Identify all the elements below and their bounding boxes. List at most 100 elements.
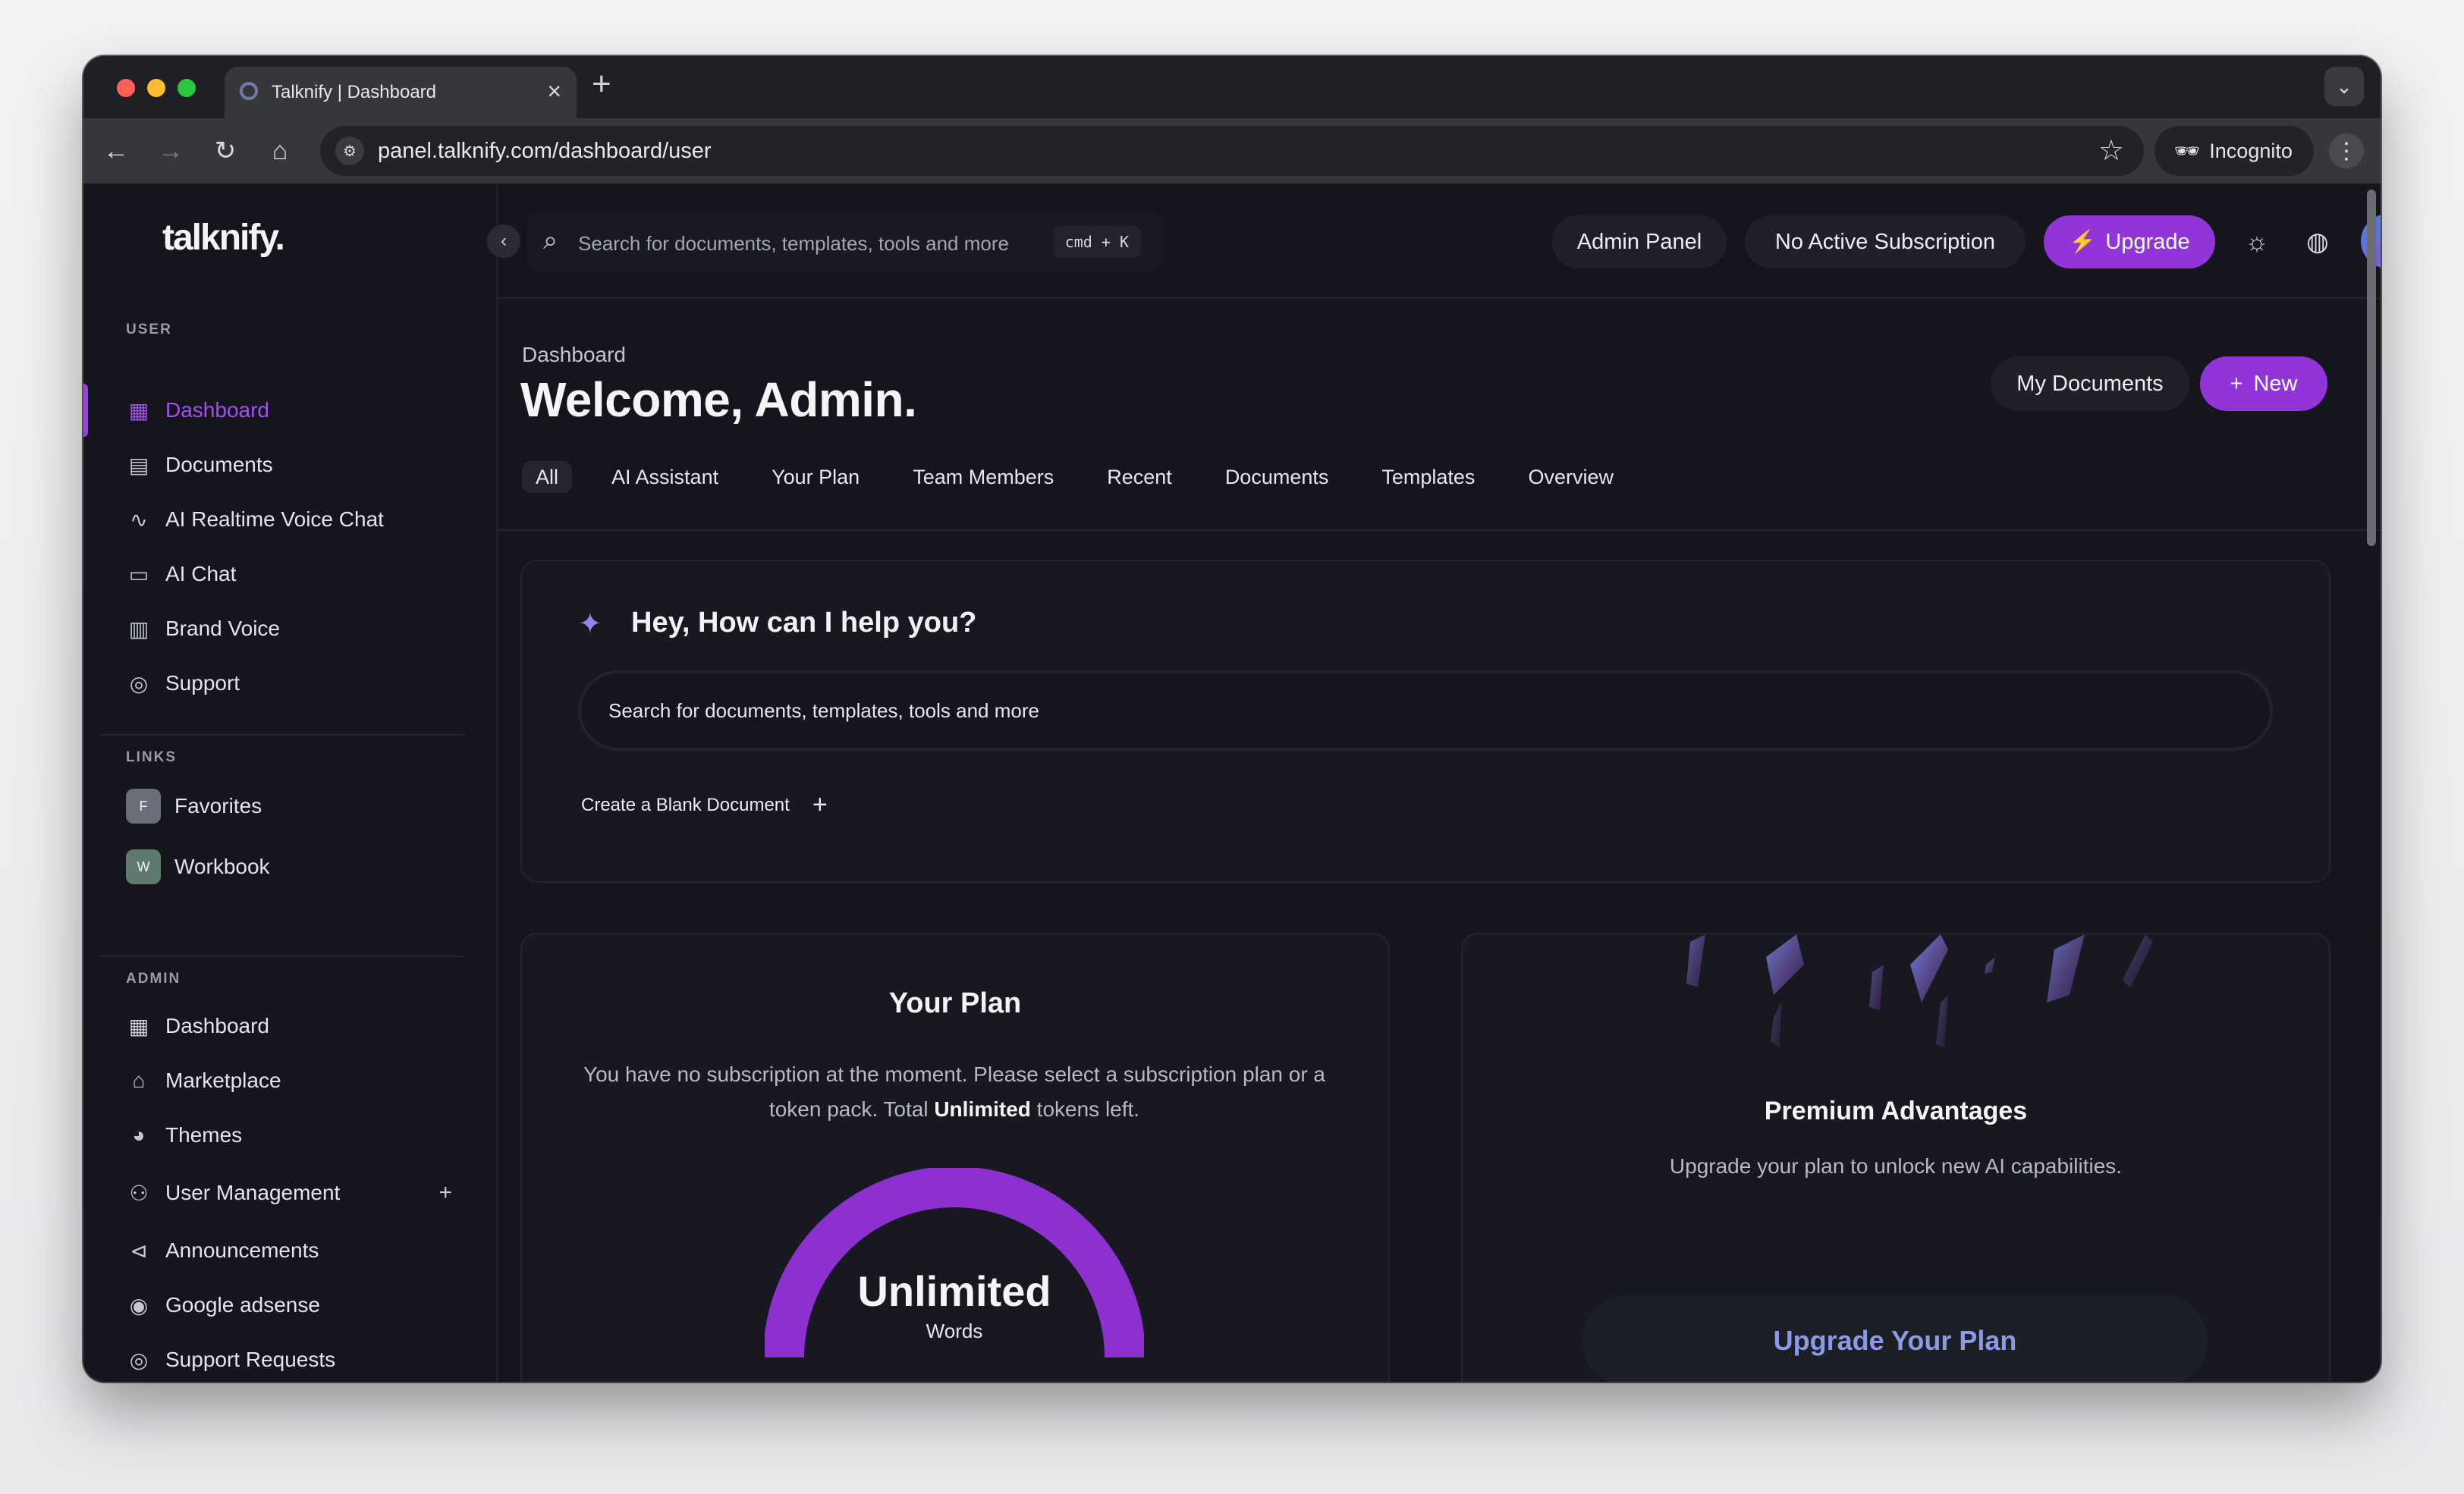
new-tab-button[interactable]: + [592, 65, 611, 103]
top-bar: ‹ ⌕ Search for documents, templates, too… [487, 184, 2381, 299]
sidebar-item-dashboard[interactable]: ▦ Dashboard [126, 390, 460, 431]
tab-search-chevron-icon[interactable]: ⌄ [2324, 67, 2364, 106]
breadcrumb[interactable]: Dashboard [522, 343, 626, 367]
ai-help-card: ✦ Hey, How can I help you? Search for do… [520, 560, 2330, 883]
browser-tab[interactable]: Talknify | Dashboard × [225, 67, 577, 118]
favorites-letter-icon: F [126, 789, 161, 824]
close-tab-icon[interactable]: × [547, 77, 561, 105]
upgrade-button[interactable]: ⚡ Upgrade [2044, 215, 2215, 268]
plan-desc-strong: Unlimited [934, 1097, 1031, 1121]
tab-team-members[interactable]: Team Members [899, 461, 1067, 493]
sidebar: talknify. USER ▦ Dashboard ▤ Documents ∿… [83, 184, 498, 1382]
admin-panel-button[interactable]: Admin Panel [1552, 215, 1727, 268]
sidebar-item-ai-chat[interactable]: ▭ AI Chat [126, 554, 460, 595]
gauge-unit: Words [926, 1320, 983, 1342]
sidebar-item-label: Announcements [165, 1238, 319, 1262]
home-icon[interactable]: ⌂ [261, 132, 299, 170]
sidebar-item-label: User Management [165, 1181, 341, 1204]
plan-title: Your Plan [888, 987, 1022, 1019]
your-plan-card: Your Plan You have no subscription at th… [520, 933, 1390, 1382]
sidebar-item-label: Support Requests [165, 1348, 336, 1371]
sidebar-item-label: Brand Voice [165, 617, 280, 640]
grid-icon: ▦ [128, 398, 149, 422]
sidebar-item-marketplace[interactable]: ⌂ Marketplace [126, 1060, 460, 1101]
address-bar[interactable]: ⚙ panel.talknify.com/dashboard/user ☆ [320, 126, 2144, 176]
help-title: Hey, How can I help you? [631, 607, 977, 639]
global-search[interactable]: ⌕ Search for documents, templates, tools… [526, 212, 1164, 271]
lifebuoy-icon: ◎ [129, 1348, 149, 1372]
language-globe-icon[interactable]: ◍ [2297, 221, 2338, 262]
my-documents-button[interactable]: My Documents [1991, 356, 2189, 411]
tab-recent[interactable]: Recent [1093, 461, 1186, 493]
main-content: ‹ ⌕ Search for documents, templates, too… [487, 184, 2381, 1382]
sidebar-divider [99, 956, 466, 957]
section-label-links: LINKS [126, 749, 177, 765]
maximize-window-button[interactable] [178, 79, 196, 97]
expand-plus-icon[interactable]: + [438, 1180, 452, 1206]
sidebar-item-support[interactable]: ◎ Support [126, 663, 460, 704]
sidebar-link-workbook[interactable]: W Workbook [126, 846, 460, 887]
incognito-label: Incognito [2209, 139, 2293, 162]
plan-desc-end: tokens left. [1036, 1097, 1140, 1121]
sidebar-item-support-requests[interactable]: ◎ Support Requests [126, 1339, 460, 1380]
sidebar-item-label: Dashboard [165, 1014, 269, 1037]
sidebar-item-google-adsense[interactable]: ◉ Google adsense [126, 1285, 460, 1326]
tab-ai-assistant[interactable]: AI Assistant [598, 461, 732, 493]
close-window-button[interactable] [117, 79, 135, 97]
tab-overview[interactable]: Overview [1514, 461, 1627, 493]
plan-description: You have no subscription at the moment. … [583, 1057, 1326, 1127]
browser-toolbar: ← → ↻ ⌂ ⚙ panel.talknify.com/dashboard/u… [83, 118, 2381, 184]
create-blank-document-button[interactable]: Create a Blank Document + [581, 790, 828, 820]
sidebar-item-admin-dashboard[interactable]: ▦ Dashboard [126, 1006, 460, 1047]
collapse-sidebar-chevron-icon[interactable]: ‹ [487, 224, 520, 258]
browser-window: Talknify | Dashboard × + ⌄ ← → ↻ ⌂ ⚙ pan… [83, 56, 2381, 1382]
new-button[interactable]: + New [2200, 356, 2327, 411]
forward-arrow-icon[interactable]: → [152, 132, 190, 170]
brand-logo[interactable]: talknify. [162, 217, 285, 259]
sidebar-item-label: AI Chat [165, 562, 237, 585]
ai-search-input[interactable]: Search for documents, templates, tools a… [578, 670, 2273, 751]
page-scrollbar[interactable] [2367, 190, 2376, 546]
window-controls [117, 79, 196, 97]
tab-templates[interactable]: Templates [1368, 461, 1488, 493]
decorative-shards-image [1686, 934, 2153, 1048]
sidebar-item-label: Documents [165, 453, 273, 476]
sidebar-link-label: Favorites [174, 794, 262, 818]
sparkle-icon: ✦ [2378, 226, 2381, 256]
sidebar-item-ai-realtime-voice-chat[interactable]: ∿ AI Realtime Voice Chat [126, 499, 460, 540]
url-text[interactable]: panel.talknify.com/dashboard/user [378, 139, 712, 164]
site-settings-icon[interactable]: ⚙ [335, 137, 364, 165]
upgrade-your-plan-button[interactable]: Upgrade Your Plan [1582, 1295, 2208, 1382]
plus-icon: + [812, 790, 828, 819]
grid-icon: ▦ [128, 1014, 149, 1038]
chat-icon: ▭ [128, 562, 149, 586]
workbook-letter-icon: W [126, 849, 161, 884]
premium-advantages-card: Premium Advantages Upgrade your plan to … [1461, 933, 2330, 1382]
page-title: Welcome, Admin. [520, 372, 917, 427]
sidebar-link-favorites[interactable]: F Favorites [126, 786, 460, 827]
favicon-icon [240, 82, 258, 100]
sidebar-item-brand-voice[interactable]: ▥ Brand Voice [126, 608, 460, 649]
bolt-icon: ⚡ [2069, 230, 2097, 254]
sidebar-item-label: Support [165, 671, 240, 695]
sidebar-item-user-management[interactable]: ⚇ User Management + [126, 1172, 460, 1213]
sidebar-item-announcements[interactable]: ⊲ Announcements [126, 1230, 460, 1271]
sidebar-item-documents[interactable]: ▤ Documents [126, 444, 460, 485]
sidebar-item-themes[interactable]: ◕ Themes [126, 1115, 460, 1156]
store-icon: ⌂ [132, 1069, 146, 1092]
minimize-window-button[interactable] [147, 79, 165, 97]
tab-your-plan[interactable]: Your Plan [758, 461, 873, 493]
sidebar-item-label: Dashboard [165, 398, 269, 422]
tab-all[interactable]: All [522, 461, 573, 493]
theme-toggle-sun-icon[interactable]: ☼ [2236, 221, 2277, 262]
bookmark-star-icon[interactable]: ☆ [2098, 133, 2124, 168]
browser-menu-icon[interactable]: ⋮ [2329, 133, 2364, 168]
sidebar-divider [99, 734, 466, 736]
users-icon: ⚇ [129, 1181, 149, 1205]
incognito-indicator[interactable]: 🕶 Incognito [2154, 126, 2314, 176]
back-arrow-icon[interactable]: ← [97, 132, 135, 170]
reload-icon[interactable]: ↻ [206, 132, 244, 170]
subscription-status-button[interactable]: No Active Subscription [1745, 215, 2026, 268]
sidebar-item-label: Themes [165, 1123, 243, 1147]
tab-documents[interactable]: Documents [1212, 461, 1343, 493]
